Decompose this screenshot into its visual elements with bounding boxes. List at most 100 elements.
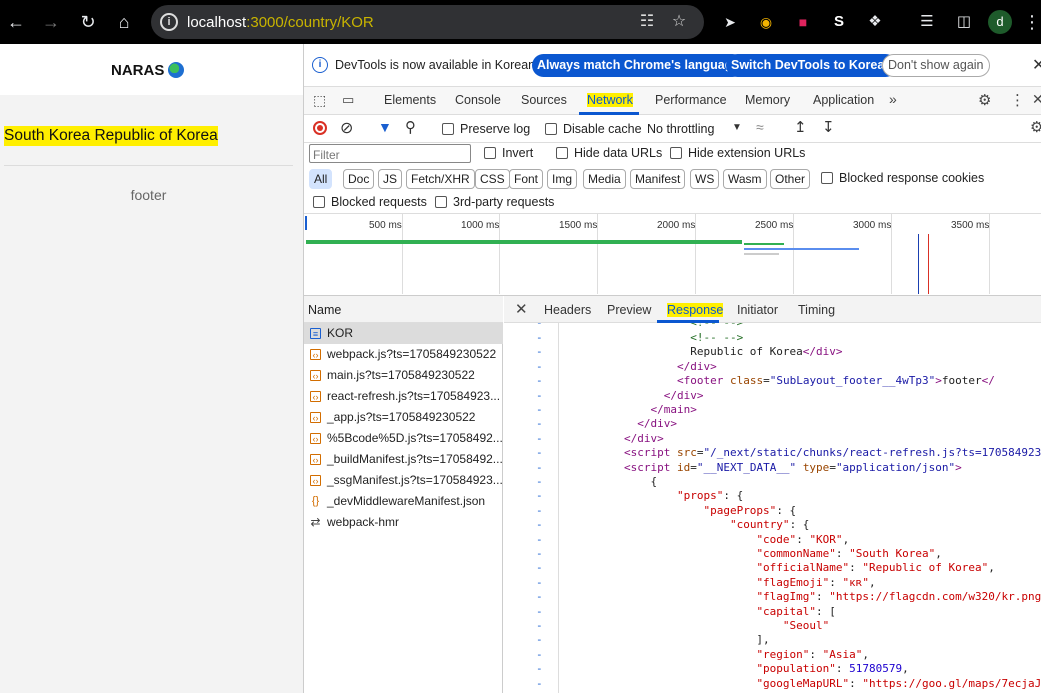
close-devtools-icon[interactable]: ✕: [1032, 91, 1041, 108]
timeline-bar-js: [744, 243, 784, 245]
divider: [4, 165, 293, 166]
record-icon[interactable]: [313, 121, 327, 135]
blocked-requests-checkbox[interactable]: [313, 196, 325, 208]
request-row[interactable]: ⇄ webpack-hmr: [304, 512, 503, 533]
type-filter-css[interactable]: CSS: [475, 169, 510, 189]
type-filter-fetch-xhr[interactable]: Fetch/XHR: [406, 169, 475, 189]
profile-avatar[interactable]: d: [988, 10, 1012, 34]
type-filter-wasm[interactable]: Wasm: [723, 169, 767, 189]
network-conditions-icon[interactable]: ≈: [756, 119, 764, 135]
chevron-down-icon[interactable]: ▼: [732, 122, 742, 133]
import-har-icon[interactable]: ↥: [794, 118, 807, 136]
request-row[interactable]: ‹› webpack.js?ts=1705849230522: [304, 344, 503, 365]
type-filter-row: All Doc JS Fetch/XHR CSS Font Img Media …: [304, 168, 1041, 192]
site-logo[interactable]: NARAS: [111, 62, 164, 79]
script-icon: ‹›: [310, 433, 321, 444]
hide-extension-urls-label: Hide extension URLs: [688, 146, 806, 160]
close-detail-icon[interactable]: ✕: [515, 300, 528, 318]
tab-performance[interactable]: Performance: [655, 93, 727, 107]
request-row[interactable]: ‹› main.js?ts=1705849230522: [304, 365, 503, 386]
clear-icon[interactable]: ⊘: [340, 118, 353, 138]
type-filter-doc[interactable]: Doc: [343, 169, 375, 189]
request-row[interactable]: ‹› _ssgManifest.js?ts=170584923...: [304, 470, 503, 491]
type-filter-img[interactable]: Img: [547, 169, 578, 189]
tab-console[interactable]: Console: [455, 93, 501, 107]
export-har-icon[interactable]: ↧: [822, 118, 835, 136]
more-tabs-icon[interactable]: »: [889, 91, 897, 107]
invert-checkbox[interactable]: [484, 147, 496, 159]
filter-funnel-icon[interactable]: ▼: [378, 119, 392, 135]
address-bar[interactable]: i localhost:3000/country/KOR ☷ ☆: [151, 5, 704, 39]
invert-label: Invert: [502, 146, 534, 160]
hide-data-urls-checkbox[interactable]: [556, 147, 568, 159]
device-toolbar-icon[interactable]: ▭: [342, 92, 354, 108]
home-icon[interactable]: ⌂: [110, 8, 138, 36]
request-row[interactable]: ‹› react-refresh.js?ts=170584923...: [304, 386, 503, 407]
media-queue-icon[interactable]: ☰: [913, 8, 941, 36]
response-code-viewer[interactable]: - <!-- --> - <!-- --> - Republic of Kore…: [504, 323, 1041, 693]
tab-memory[interactable]: Memory: [745, 93, 790, 107]
tab-timing[interactable]: Timing: [798, 303, 835, 317]
preserve-log-checkbox[interactable]: [442, 123, 454, 135]
type-filter-js[interactable]: JS: [378, 169, 403, 189]
tab-headers[interactable]: Headers: [544, 303, 591, 317]
site-info-icon[interactable]: i: [160, 13, 178, 31]
extension-color-icon[interactable]: ■: [789, 8, 817, 36]
dont-show-again-button[interactable]: Don't show again: [882, 54, 990, 77]
forward-arrow-icon[interactable]: →: [37, 8, 65, 36]
hide-extension-urls-checkbox[interactable]: [670, 147, 682, 159]
request-row[interactable]: ‹› %5Bcode%5D.js?ts=17058492...: [304, 428, 503, 449]
type-filter-manifest[interactable]: Manifest: [630, 169, 686, 189]
side-panel-icon[interactable]: ◫: [950, 8, 978, 36]
blocked-row: Blocked requests 3rd-party requests: [304, 192, 1041, 214]
devtools-tabbar: ⬚ ▭ Elements Console Sources Network Per…: [304, 87, 1041, 115]
type-filter-all[interactable]: All: [309, 169, 333, 189]
type-filter-ws[interactable]: WS: [690, 169, 720, 189]
menu-kebab-icon[interactable]: ⋮: [1022, 8, 1041, 36]
extension-s-icon[interactable]: S: [825, 8, 853, 36]
back-arrow-icon[interactable]: ←: [2, 8, 30, 36]
disable-cache-checkbox[interactable]: [545, 123, 557, 135]
throttling-select[interactable]: No throttling: [647, 122, 714, 136]
web-page: NARAS South Korea Republic of Korea foot…: [0, 44, 303, 693]
extension-globe-icon[interactable]: ◉: [752, 8, 780, 36]
type-filter-font[interactable]: Font: [509, 169, 544, 189]
tick-3500: 3500 ms: [951, 220, 990, 231]
tab-response[interactable]: Response: [667, 303, 724, 317]
request-row[interactable]: {} _devMiddlewareManifest.json: [304, 491, 503, 512]
extensions-puzzle-icon[interactable]: ❖: [861, 8, 889, 36]
tab-initiator[interactable]: Initiator: [737, 303, 778, 317]
hide-data-urls-label: Hide data URLs: [574, 146, 663, 160]
request-row[interactable]: ≡ KOR: [304, 323, 503, 344]
settings-gear-icon[interactable]: ⚙: [978, 91, 991, 109]
network-overview-timeline[interactable]: 500 ms 1000 ms 1500 ms 2000 ms 2500 ms 3…: [304, 214, 1041, 296]
inspect-element-icon[interactable]: ⬚: [313, 92, 326, 109]
tab-sources[interactable]: Sources: [521, 93, 567, 107]
globe-icon: [168, 62, 184, 78]
tab-preview[interactable]: Preview: [607, 303, 651, 317]
tab-network[interactable]: Network: [587, 93, 633, 107]
request-row[interactable]: ‹› _buildManifest.js?ts=17058492...: [304, 449, 503, 470]
filter-input[interactable]: Filter: [309, 144, 471, 163]
name-column-header[interactable]: Name: [304, 296, 503, 323]
close-icon[interactable]: ✕: [1032, 55, 1041, 75]
request-row[interactable]: ‹› _app.js?ts=1705849230522: [304, 407, 503, 428]
translate-icon[interactable]: ☷: [637, 12, 657, 32]
blocked-response-cookies-checkbox[interactable]: [821, 172, 833, 184]
disable-cache-label: Disable cache: [563, 122, 642, 136]
tab-elements[interactable]: Elements: [384, 93, 436, 107]
reload-icon[interactable]: ↻: [74, 8, 102, 36]
filter-row: Filter Invert Hide data URLs Hide extens…: [304, 143, 1041, 168]
network-settings-icon[interactable]: ⚙: [1030, 118, 1041, 136]
tab-application[interactable]: Application: [813, 93, 874, 107]
devtools-menu-icon[interactable]: ⋮: [1010, 91, 1025, 109]
bookmark-star-icon[interactable]: ☆: [669, 12, 689, 32]
extension-cursor-icon[interactable]: ➤: [716, 8, 744, 36]
switch-to-korean-button[interactable]: Switch DevTools to Korean: [726, 54, 897, 77]
third-party-requests-checkbox[interactable]: [435, 196, 447, 208]
search-icon[interactable]: ⚲: [405, 118, 416, 136]
type-filter-other[interactable]: Other: [770, 169, 811, 189]
url-text[interactable]: localhost:3000/country/KOR: [187, 14, 374, 31]
type-filter-media[interactable]: Media: [583, 169, 626, 189]
always-match-language-button[interactable]: Always match Chrome's language: [532, 54, 745, 77]
